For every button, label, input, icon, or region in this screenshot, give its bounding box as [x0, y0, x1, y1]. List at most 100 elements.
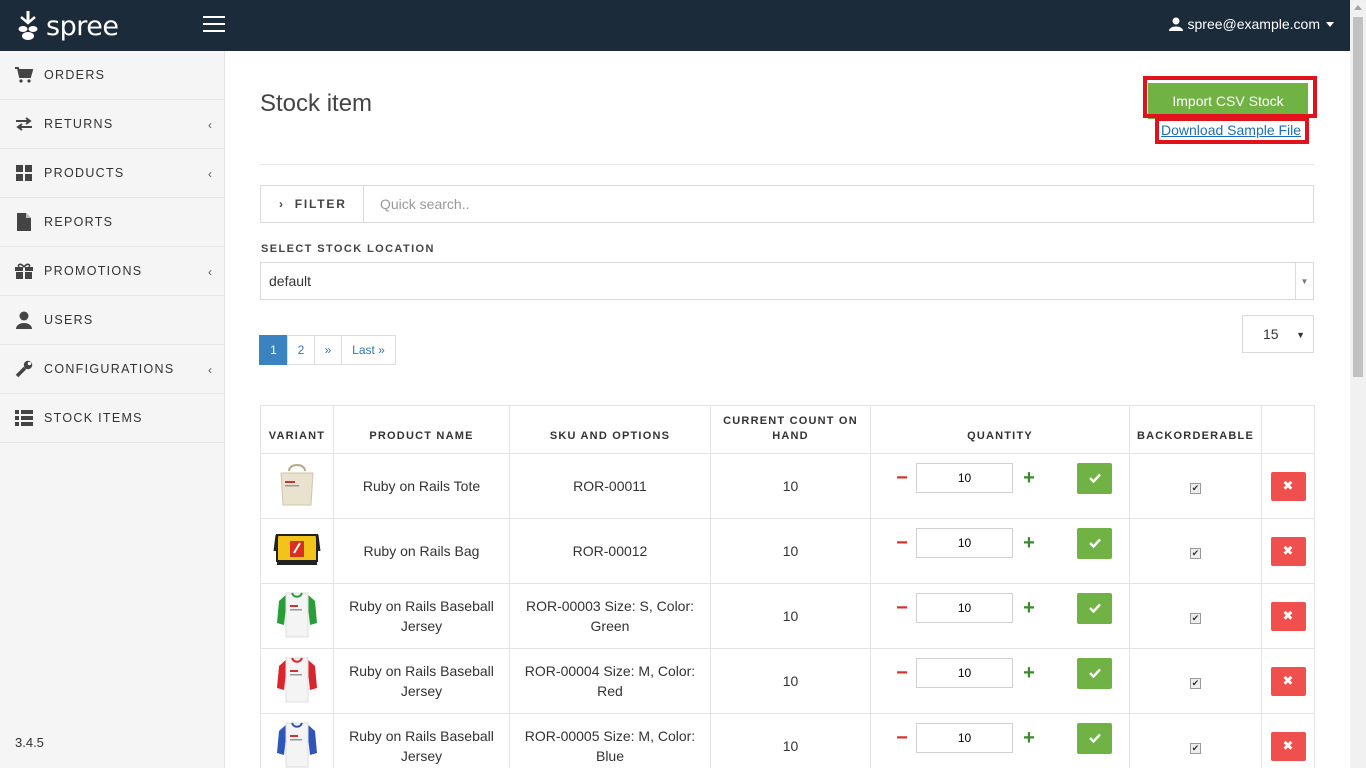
- sidebar-item-reports[interactable]: REPORTS: [0, 198, 224, 247]
- decrease-quantity-icon[interactable]: −: [888, 663, 916, 683]
- quantity-input[interactable]: [916, 528, 1013, 558]
- backorderable-checkbox[interactable]: ✔: [1190, 483, 1201, 494]
- user-email: spree@example.com: [1187, 16, 1321, 32]
- stock-location-label: SELECT STOCK LOCATION: [261, 243, 435, 255]
- increase-quantity-icon[interactable]: +: [1013, 728, 1045, 748]
- main-content: Stock item Import CSV Stock Download Sam…: [225, 51, 1350, 768]
- decrease-quantity-icon[interactable]: −: [888, 468, 916, 488]
- sidebar-item-label: USERS: [44, 313, 94, 327]
- chevron-down-icon: ▼: [1295, 263, 1313, 299]
- chevron-left-icon: ‹: [208, 265, 212, 279]
- document-icon: [15, 213, 33, 231]
- per-page-select[interactable]: 15 ▼: [1242, 315, 1314, 353]
- spree-logo[interactable]: spree: [16, 8, 119, 44]
- user-icon: [15, 311, 33, 329]
- variant-cell: [260, 648, 334, 714]
- table-header-row: VARIANT PRODUCT NAME SKU AND OPTIONS CUR…: [260, 405, 1315, 454]
- product-name-cell: Ruby on Rails Baseball Jersey: [333, 583, 510, 649]
- product-name-cell: Ruby on Rails Bag: [333, 518, 510, 584]
- wrench-icon: [15, 360, 33, 378]
- quantity-cell: −+: [870, 518, 1130, 584]
- user-menu[interactable]: spree@example.com: [1168, 16, 1334, 32]
- sidebar-item-returns[interactable]: RETURNS ‹: [0, 100, 224, 149]
- exchange-icon: [15, 115, 33, 133]
- quantity-input[interactable]: [916, 593, 1013, 623]
- decrease-quantity-icon[interactable]: −: [888, 728, 916, 748]
- backorderable-cell: ✔: [1129, 583, 1262, 649]
- variant-thumbnail[interactable]: [275, 654, 319, 709]
- sidebar-item-label: REPORTS: [44, 215, 114, 229]
- table-row: Ruby on Rails ToteROR-0001110−+✔✖: [260, 453, 1315, 519]
- increase-quantity-icon[interactable]: +: [1013, 598, 1045, 618]
- table-row: Ruby on Rails Baseball Jersey ROR-00004 S…: [260, 648, 1315, 714]
- scrollbar-thumb[interactable]: [1353, 17, 1363, 377]
- delete-stock-item-button[interactable]: ✖: [1270, 666, 1306, 696]
- variant-thumbnail[interactable]: [275, 719, 319, 768]
- sidebar-item-users[interactable]: USERS: [0, 296, 224, 345]
- page-1-button[interactable]: 1: [259, 335, 288, 365]
- table-row: Ruby on Rails Baseball Jersey ROR-00003 S…: [260, 583, 1315, 649]
- page-2-button[interactable]: 2: [287, 335, 315, 365]
- sidebar-item-label: PRODUCTS: [44, 166, 125, 180]
- variant-thumbnail[interactable]: [273, 529, 321, 574]
- backorderable-cell: ✔: [1129, 453, 1262, 519]
- close-icon: ✖: [1282, 738, 1294, 753]
- download-sample-file-link[interactable]: Download Sample File: [1161, 122, 1301, 138]
- per-page-value: 15: [1263, 326, 1279, 342]
- decrease-quantity-icon[interactable]: −: [888, 598, 916, 618]
- last-page-button[interactable]: Last »: [341, 335, 396, 365]
- count-on-hand-cell: 10: [710, 453, 871, 519]
- table-row: Ruby on Rails BagROR-0001210−+✔✖: [260, 518, 1315, 584]
- quantity-cell: −+: [870, 648, 1130, 714]
- decrease-quantity-icon[interactable]: −: [888, 533, 916, 553]
- filter-toggle-button[interactable]: › FILTER: [261, 186, 364, 222]
- sidebar-item-label: PROMOTIONS: [44, 264, 143, 278]
- import-csv-stock-button[interactable]: Import CSV Stock: [1148, 83, 1308, 119]
- backorderable-checkbox[interactable]: ✔: [1190, 743, 1201, 754]
- actions-cell: ✖: [1261, 518, 1315, 584]
- backorderable-checkbox[interactable]: ✔: [1190, 613, 1201, 624]
- close-icon: ✖: [1282, 673, 1294, 688]
- backorderable-checkbox[interactable]: ✔: [1190, 548, 1201, 559]
- stock-location-select[interactable]: default ▼: [260, 262, 1314, 300]
- page-scrollbar[interactable]: [1350, 0, 1366, 768]
- quantity-input[interactable]: [916, 723, 1013, 753]
- increase-quantity-icon[interactable]: +: [1013, 468, 1045, 488]
- delete-stock-item-button[interactable]: ✖: [1270, 731, 1306, 761]
- close-icon: ✖: [1282, 543, 1294, 558]
- delete-stock-item-button[interactable]: ✖: [1270, 471, 1306, 501]
- sidebar-item-promotions[interactable]: PROMOTIONS ‹: [0, 247, 224, 296]
- variant-thumbnail[interactable]: [275, 461, 319, 512]
- close-icon: ✖: [1282, 608, 1294, 623]
- cart-icon: [15, 66, 33, 84]
- delete-stock-item-button[interactable]: ✖: [1270, 601, 1306, 631]
- menu-toggle-icon[interactable]: [203, 16, 225, 32]
- quick-search-input[interactable]: [364, 186, 1313, 222]
- sidebar-item-stock-items[interactable]: STOCK ITEMS: [0, 394, 224, 443]
- sidebar-item-configurations[interactable]: CONFIGURATIONS ‹: [0, 345, 224, 394]
- save-quantity-button[interactable]: [1077, 657, 1112, 689]
- increase-quantity-icon[interactable]: +: [1013, 533, 1045, 553]
- quantity-input[interactable]: [916, 658, 1013, 688]
- variant-cell: [260, 713, 334, 768]
- quantity-input[interactable]: [916, 463, 1013, 493]
- product-name-cell: Ruby on Rails Baseball Jersey: [333, 648, 510, 714]
- delete-stock-item-button[interactable]: ✖: [1270, 536, 1306, 566]
- increase-quantity-icon[interactable]: +: [1013, 663, 1045, 683]
- save-quantity-button[interactable]: [1077, 722, 1112, 754]
- page-title: Stock item: [260, 90, 373, 117]
- backorderable-checkbox[interactable]: ✔: [1190, 678, 1201, 689]
- save-quantity-button[interactable]: [1077, 527, 1112, 559]
- checkmark-icon: [1088, 733, 1101, 743]
- save-quantity-button[interactable]: [1077, 592, 1112, 624]
- save-quantity-button[interactable]: [1077, 462, 1112, 494]
- sidebar: ORDERS RETURNS ‹ PRODUCTS ‹ REPORTS PROM…: [0, 51, 225, 768]
- sku-cell: ROR-00004 Size: M, Color: Red: [509, 648, 711, 714]
- actions-cell: ✖: [1261, 583, 1315, 649]
- variant-thumbnail[interactable]: [275, 589, 319, 644]
- table-row: Ruby on Rails Baseball Jersey ROR-00005 S…: [260, 713, 1315, 768]
- sidebar-item-products[interactable]: PRODUCTS ‹: [0, 149, 224, 198]
- scroll-up-icon[interactable]: [1354, 5, 1362, 10]
- sidebar-item-orders[interactable]: ORDERS: [0, 51, 224, 100]
- next-page-button[interactable]: »: [314, 335, 342, 365]
